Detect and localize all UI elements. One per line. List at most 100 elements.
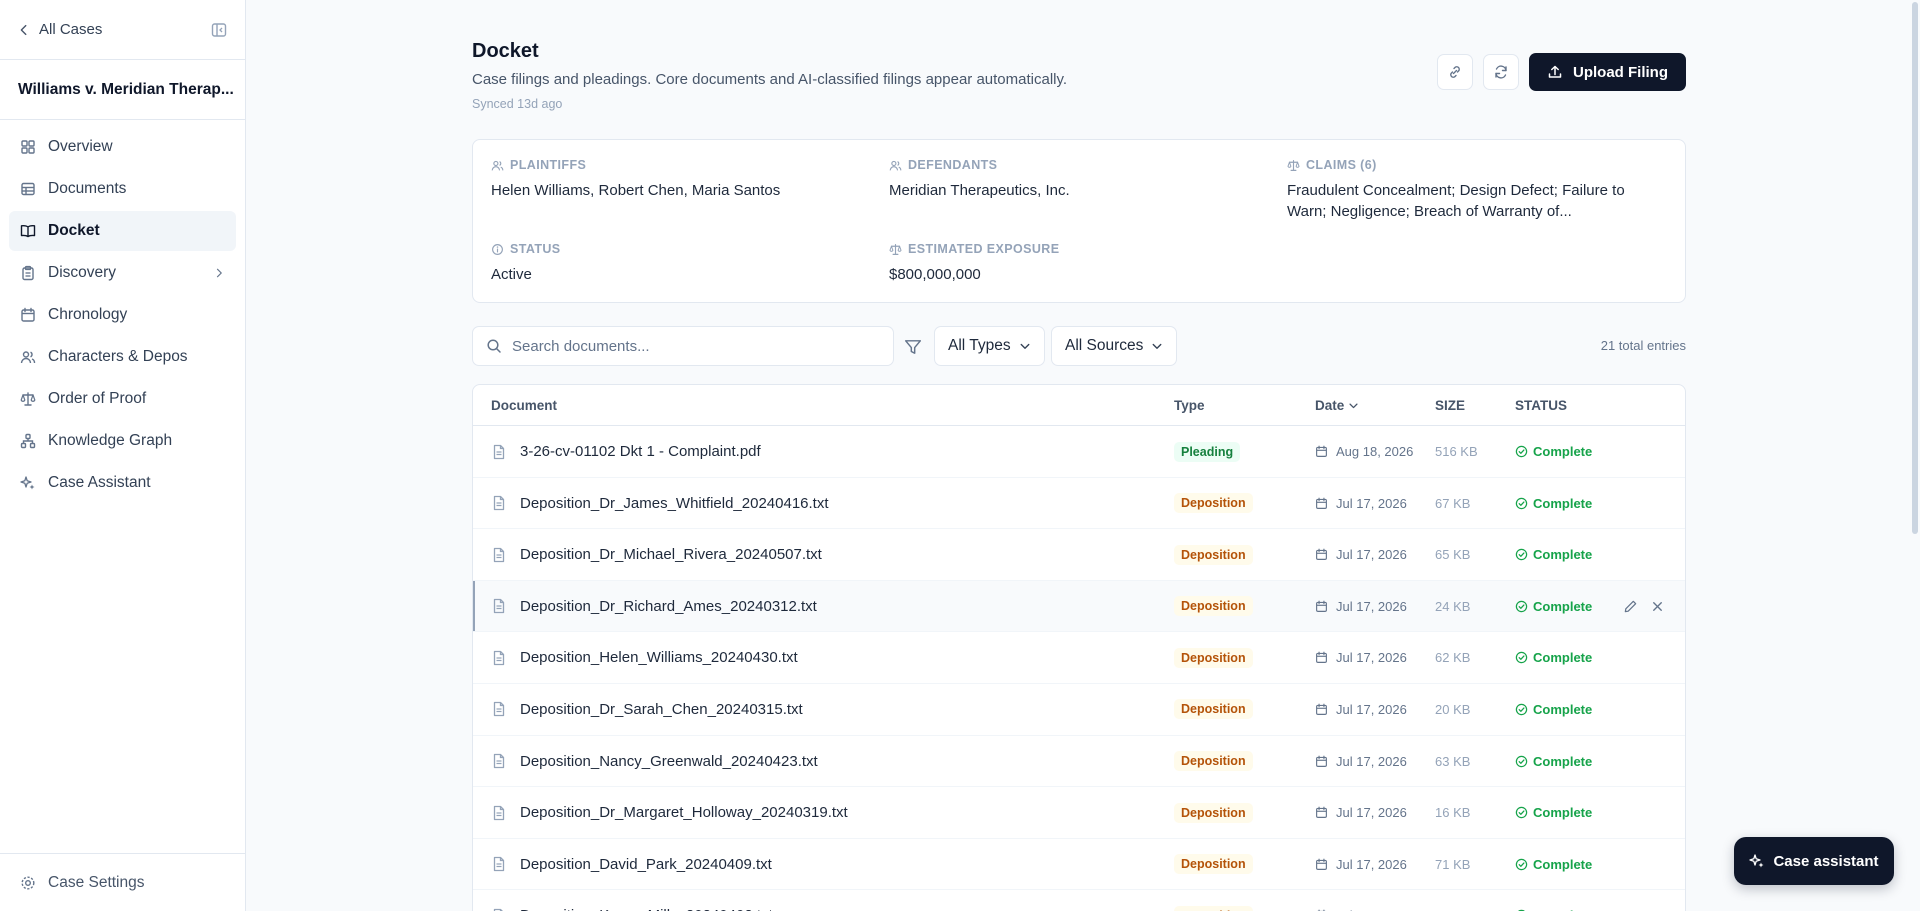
table-row[interactable]: Deposition_Nancy_Greenwald_20240423.txt D…	[473, 736, 1685, 788]
type-cell: Deposition	[1174, 736, 1253, 787]
document-name: Deposition_Dr_Margaret_Holloway_20240319…	[520, 804, 848, 822]
copy-link-button[interactable]	[1437, 54, 1473, 90]
type-filter-value: All Types	[948, 337, 1011, 354]
status-cell: Complete	[1515, 787, 1592, 838]
column-document[interactable]: Document	[491, 398, 557, 413]
column-type[interactable]: Type	[1174, 398, 1205, 413]
scrollbar-thumb[interactable]	[1912, 2, 1918, 534]
type-cell: Deposition	[1174, 890, 1253, 911]
type-cell: Deposition	[1174, 529, 1253, 580]
check-circle-icon	[1515, 600, 1528, 613]
file-text-icon	[493, 547, 505, 562]
column-date[interactable]: Date	[1315, 398, 1359, 413]
table-row[interactable]: Deposition_Dr_Richard_Ames_20240312.txt D…	[473, 580, 1685, 633]
refresh-button[interactable]	[1483, 54, 1519, 90]
file-text-icon	[493, 702, 505, 717]
case-settings-link[interactable]: Case Settings	[0, 853, 245, 911]
chevron-down-icon	[1020, 343, 1030, 349]
claims-label: CLAIMS (6)	[1306, 158, 1377, 172]
upload-filing-button[interactable]: Upload Filing	[1529, 53, 1686, 91]
type-badge: Deposition	[1174, 596, 1253, 617]
check-circle-icon	[1515, 858, 1528, 870]
document-name: Deposition_David_Park_20240409.txt	[520, 855, 772, 873]
date-value: Jul 17, 2026	[1336, 701, 1407, 717]
all-cases-link[interactable]: All Cases	[17, 21, 102, 38]
gear-icon	[21, 875, 35, 890]
document-cell[interactable]: Deposition_Dr_James_Whitfield_20240416.t…	[491, 478, 829, 529]
close-icon[interactable]	[1650, 599, 1665, 614]
table-row[interactable]: Deposition_David_Park_20240409.txt Deposi…	[473, 839, 1685, 891]
sidebar-item-case-assistant[interactable]: Case Assistant	[9, 463, 236, 503]
table-row[interactable]: Deposition_Karen_Mills_20240402.txt Depos…	[473, 890, 1685, 911]
sidebar-item-docket[interactable]: Docket	[9, 211, 236, 251]
sync-status: Synced 13d ago	[472, 97, 563, 111]
sidebar-collapse-icon[interactable]	[211, 22, 227, 38]
document-cell[interactable]: Deposition_Dr_Michael_Rivera_20240507.tx…	[491, 529, 822, 580]
all-cases-label: All Cases	[39, 21, 103, 38]
document-cell[interactable]: Deposition_Karen_Mills_20240402.txt	[491, 890, 773, 911]
status-field: STATUS Active	[491, 242, 871, 285]
scale-icon	[20, 392, 36, 406]
document-name: 3-26-cv-01102 Dkt 1 - Complaint.pdf	[520, 443, 761, 460]
column-size: SIZE	[1435, 398, 1466, 413]
type-badge: Deposition	[1174, 544, 1253, 565]
info-circle-icon	[492, 243, 503, 255]
row-actions	[1623, 581, 1665, 632]
users-icon	[20, 351, 36, 364]
document-cell[interactable]: Deposition_Dr_Richard_Ames_20240312.txt	[491, 581, 817, 632]
table-row[interactable]: Deposition_Helen_Williams_20240430.txt De…	[473, 632, 1685, 684]
date-cell: Jul 17, 2026	[1315, 736, 1407, 787]
table-icon	[21, 182, 35, 196]
file-text-icon	[493, 805, 505, 820]
size-cell: 71 KB	[1435, 856, 1471, 872]
size-cell: 58 KB	[1435, 890, 1470, 911]
document-name: Deposition_Dr_Sarah_Chen_20240315.txt	[520, 700, 803, 718]
sidebar-item-overview[interactable]: Overview	[9, 127, 236, 167]
table-row[interactable]: 3-26-cv-01102 Dkt 1 - Complaint.pdf Plead…	[473, 426, 1685, 478]
type-badge: Deposition	[1174, 854, 1253, 875]
column-status: STATUS	[1515, 398, 1567, 413]
table-row[interactable]: Deposition_Dr_Michael_Rivera_20240507.tx…	[473, 529, 1685, 581]
document-cell[interactable]: Deposition_David_Park_20240409.txt	[491, 839, 772, 890]
case-name[interactable]: Williams v. Meridian Therap...	[0, 60, 245, 120]
date-cell: Aug 18, 2026	[1315, 426, 1413, 477]
sidebar-item-discovery[interactable]: Discovery	[9, 253, 236, 293]
date-value: Jul 17, 2026	[1336, 650, 1407, 666]
document-cell[interactable]: Deposition_Dr_Margaret_Holloway_20240319…	[491, 787, 848, 838]
sidebar-item-characters-depos[interactable]: Characters & Depos	[9, 337, 236, 377]
plaintiffs-field: PLAINTIFFS Helen Williams, Robert Chen, …	[491, 158, 871, 201]
defendants-label: DEFENDANTS	[908, 158, 998, 172]
main-content: Docket Case filings and pleadings. Core …	[472, 0, 1686, 911]
defendants-value: Meridian Therapeutics, Inc.	[889, 182, 1070, 199]
date-cell: Jul 17, 2026	[1315, 632, 1407, 683]
table-row[interactable]: Deposition_Dr_Margaret_Holloway_20240319…	[473, 787, 1685, 839]
search-box[interactable]	[472, 326, 894, 366]
date-value: Jul 17, 2026	[1336, 547, 1407, 563]
size-cell: 65 KB	[1435, 547, 1471, 563]
calendar-icon	[1316, 548, 1327, 561]
document-name: Deposition_Helen_Williams_20240430.txt	[520, 649, 798, 667]
table-row[interactable]: Deposition_Dr_Sarah_Chen_20240315.txt Dep…	[473, 684, 1685, 736]
sidebar-item-documents[interactable]: Documents	[9, 169, 236, 209]
sidebar-item-knowledge-graph[interactable]: Knowledge Graph	[9, 421, 236, 461]
document-cell[interactable]: Deposition_Dr_Sarah_Chen_20240315.txt	[491, 684, 803, 735]
case-assistant-button[interactable]: Case assistant	[1734, 837, 1894, 885]
sidebar-item-order-of-proof[interactable]: Order of Proof	[9, 379, 236, 419]
document-cell[interactable]: Deposition_Nancy_Greenwald_20240423.txt	[491, 736, 818, 787]
document-name: Deposition_Dr_James_Whitfield_20240416.t…	[520, 494, 829, 512]
total-entries: 21 total entries	[1600, 338, 1686, 353]
pencil-icon[interactable]	[1623, 599, 1638, 614]
document-cell[interactable]: 3-26-cv-01102 Dkt 1 - Complaint.pdf	[491, 426, 761, 477]
document-cell[interactable]: Deposition_Helen_Williams_20240430.txt	[491, 632, 798, 683]
status-value: Complete	[1533, 650, 1593, 666]
source-filter-select[interactable]: All Sources	[1051, 326, 1178, 366]
network-icon	[20, 433, 36, 449]
search-input[interactable]	[512, 337, 880, 355]
type-filter-select[interactable]: All Types	[934, 326, 1045, 366]
sparkles-icon	[1749, 854, 1764, 868]
size-cell: 16 KB	[1435, 805, 1471, 821]
sidebar-item-chronology[interactable]: Chronology	[9, 295, 236, 335]
page-scrollbar[interactable]	[1910, 0, 1920, 911]
plaintiffs-label: PLAINTIFFS	[510, 158, 587, 172]
table-row[interactable]: Deposition_Dr_James_Whitfield_20240416.t…	[473, 478, 1685, 530]
